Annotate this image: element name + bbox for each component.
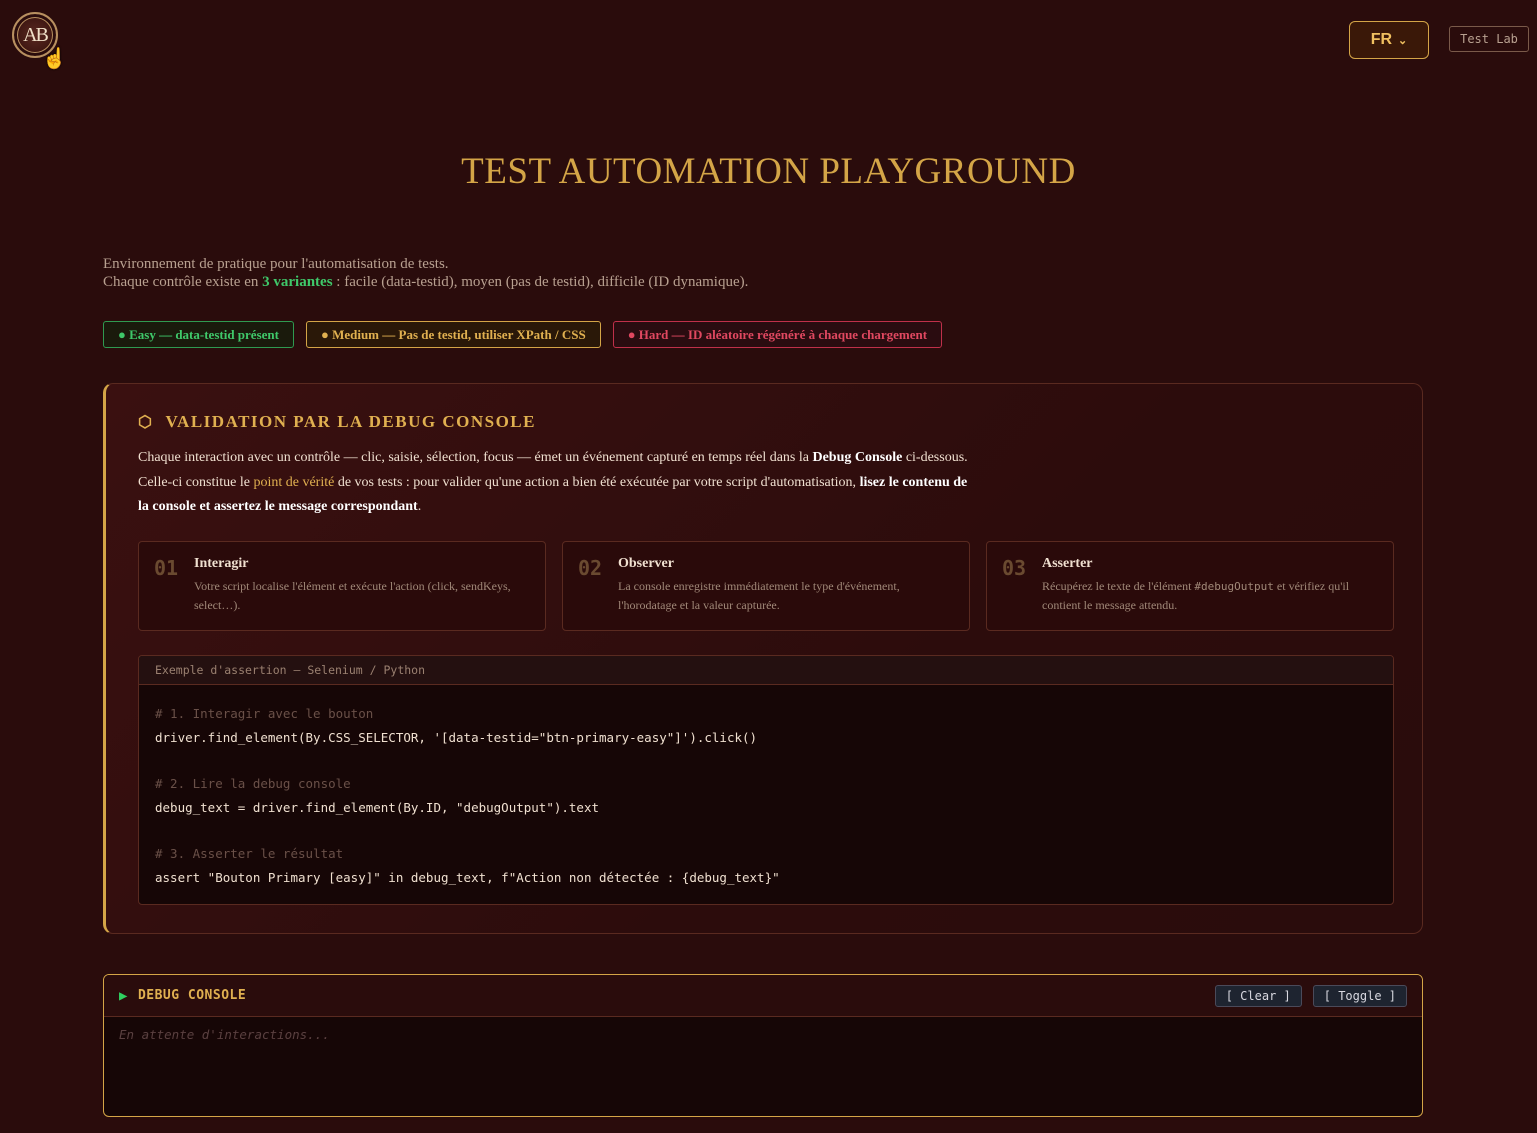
validation-panel: ⬡ VALIDATION PAR LA DEBUG CONSOLE Chaque… [103, 383, 1423, 934]
console-header: ▶ DEBUG CONSOLE [ Clear ] [ Toggle ] [104, 975, 1422, 1017]
code-line: assert "Bouton Primary [easy]" in debug_… [155, 869, 780, 885]
desc-part-1: Chaque interaction avec un contrôle — cl… [138, 450, 813, 465]
code-header: Exemple d'assertion — Selenium / Python [139, 656, 1393, 685]
hexagon-icon: ⬡ [138, 414, 154, 431]
validation-title: ⬡ VALIDATION PAR LA DEBUG CONSOLE [138, 412, 536, 432]
step-desc-prefix: Récupérez le texte de l'élément [1042, 579, 1195, 593]
language-selector[interactable]: FR ⌄ [1349, 21, 1429, 59]
code-line: debug_text = driver.find_element(By.ID, … [155, 799, 600, 815]
badge-medium: ● Medium — Pas de testid, utiliser XPath… [305, 321, 601, 348]
desc-part-4: . [417, 499, 422, 514]
steps-row: 01 Interagir Votre script localise l'élé… [138, 541, 1394, 631]
intro-line-2-suffix: : facile (data-testid), moyen (pas de te… [332, 274, 749, 290]
test-lab-button[interactable]: Test Lab [1449, 26, 1529, 52]
step-card-interagir: 01 Interagir Votre script localise l'élé… [138, 541, 546, 631]
pointer-cursor-icon: ☝ [42, 48, 67, 70]
step-number: 02 [578, 556, 603, 580]
badge-hard: ● Hard — ID aléatoire régénéré à chaque … [612, 321, 943, 348]
clear-button[interactable]: [ Clear ] [1214, 984, 1302, 1007]
step-card-asserter: 03 Asserter Récupérez le texte de l'élém… [986, 541, 1394, 631]
language-label: FR [1370, 31, 1393, 48]
code-example: Exemple d'assertion — Selenium / Python … [138, 655, 1394, 905]
validation-title-text: VALIDATION PAR LA DEBUG CONSOLE [165, 412, 536, 431]
step-card-observer: 02 Observer La console enregistre immédi… [562, 541, 970, 631]
debug-output: En attente d'interactions... [119, 1027, 330, 1042]
page-title: TEST AUTOMATION PLAYGROUND [461, 151, 1076, 192]
step-description: Votre script localise l'élément et exécu… [194, 579, 511, 612]
code-comment: # 3. Asserter le résultat [155, 846, 344, 861]
console-title-text: DEBUG CONSOLE [137, 988, 247, 1003]
badge-easy: ● Easy — data-testid présent [103, 321, 294, 348]
step-description: La console enregistre immédiatement le t… [618, 579, 900, 612]
desc-bold-1: Debug Console [812, 450, 903, 465]
debug-console: ▶ DEBUG CONSOLE [ Clear ] [ Toggle ] En … [103, 974, 1423, 1117]
code-comment: # 1. Interagir avec le bouton [155, 706, 374, 721]
step-title: Interagir [194, 556, 249, 571]
step-title: Observer [618, 556, 674, 571]
code-line: driver.find_element(By.CSS_SELECTOR, '[d… [155, 729, 758, 745]
desc-gold: point de vérité [253, 474, 335, 490]
play-icon: ▶ [119, 987, 128, 1004]
intro-text: Environnement de pratique pour l'automat… [103, 255, 748, 291]
step-number: 01 [154, 556, 179, 580]
step-title: Asserter [1042, 556, 1093, 571]
variants-highlight: 3 variantes [262, 274, 333, 290]
logo-text: AB [23, 23, 49, 46]
desc-part-3: de vos tests : pour valider qu'une actio… [334, 474, 860, 490]
intro-line-1: Environnement de pratique pour l'automat… [103, 256, 449, 272]
console-buttons: [ Clear ] [ Toggle ] [1214, 984, 1407, 1007]
step-description: Récupérez le texte de l'élément #debugOu… [1042, 577, 1382, 615]
console-title: ▶ DEBUG CONSOLE [119, 988, 246, 1004]
debug-output-code: #debugOutput [1194, 580, 1274, 593]
step-number: 03 [1002, 556, 1027, 580]
intro-line-2-prefix: Chaque contrôle existe en [103, 274, 263, 290]
page: AB ☝ FR ⌄ Test Lab TEST AUTOMATION PLAYG… [0, 0, 1537, 1133]
code-body: # 1. Interagir avec le bouton driver.fin… [139, 685, 1393, 889]
difficulty-badges: ● Easy — data-testid présent ● Medium — … [103, 321, 943, 348]
toggle-button[interactable]: [ Toggle ] [1312, 984, 1407, 1007]
chevron-down-icon: ⌄ [1398, 34, 1408, 47]
code-comment: # 2. Lire la debug console [155, 776, 351, 791]
intro-line-2: Chaque contrôle existe en 3 variantes : … [103, 273, 748, 291]
validation-description: Chaque interaction avec un contrôle — cl… [138, 446, 968, 520]
